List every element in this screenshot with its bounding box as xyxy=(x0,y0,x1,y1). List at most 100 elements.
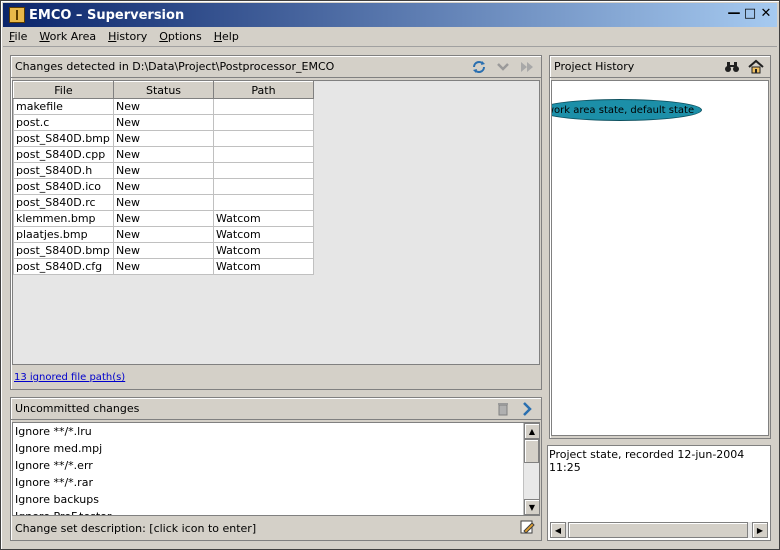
history-node-label: work area state, default state xyxy=(551,104,695,116)
title-bar[interactable]: EMCO – Superversion — □ ✕ xyxy=(3,3,777,27)
cell-path: Watcom xyxy=(213,242,314,259)
cell-file: post_S840D.h xyxy=(13,162,114,179)
cell-file: klemmen.bmp xyxy=(13,210,114,227)
scroll-thumb[interactable] xyxy=(524,439,539,463)
uncommitted-title: Uncommitted changes xyxy=(15,402,140,415)
cell-status: New xyxy=(113,98,214,115)
refresh-icon[interactable] xyxy=(471,59,487,75)
cell-status: New xyxy=(113,178,214,195)
cell-status: New xyxy=(113,130,214,147)
table-row[interactable]: post_S840D.rc New xyxy=(13,194,314,211)
vertical-scrollbar[interactable]: ▲ ▼ xyxy=(523,423,539,515)
ignored-paths-link[interactable]: 13 ignored file path(s) xyxy=(14,372,125,383)
state-info-box: Project state, recorded 12-jun-2004 11:2… xyxy=(547,445,771,541)
history-title: Project History xyxy=(554,60,635,73)
cell-path xyxy=(213,178,314,195)
column-header-file[interactable]: File xyxy=(13,81,114,99)
history-panel: Project History work area state, default… xyxy=(549,55,771,439)
history-header: Project History xyxy=(550,56,770,78)
list-item[interactable]: Ignore med.mpj xyxy=(13,440,539,457)
uncommitted-list: Ignore **/*.lru Ignore med.mpj Ignore **… xyxy=(12,422,540,516)
scroll-left-button[interactable]: ◀ xyxy=(550,522,566,538)
change-set-description: Change set description: [click icon to e… xyxy=(15,522,257,535)
menu-bar: File Work Area History Options Help xyxy=(3,27,777,47)
list-item[interactable]: Ignore **/*.rar xyxy=(13,474,539,491)
cell-path: Watcom xyxy=(213,210,314,227)
scroll-right-button[interactable]: ▶ xyxy=(752,522,768,538)
table-row[interactable]: post_S840D.cpp New xyxy=(13,146,314,163)
scroll-down-button[interactable]: ▼ xyxy=(524,499,539,515)
cell-path xyxy=(213,114,314,131)
uncommitted-panel: Uncommitted changes Ignore **/*.lru Igno… xyxy=(10,397,542,541)
cell-path xyxy=(213,98,314,115)
scroll-thumb[interactable] xyxy=(568,522,748,538)
table-row[interactable]: post_S840D.bmp New Watcom xyxy=(13,242,314,259)
cell-status: New xyxy=(113,226,214,243)
window-title: EMCO – Superversion xyxy=(29,7,185,23)
changes-table: File Status Path makefile New post.c New p… xyxy=(13,81,314,275)
scroll-up-button[interactable]: ▲ xyxy=(524,423,539,439)
cell-file: post_S840D.cpp xyxy=(13,146,114,163)
cell-file: makefile xyxy=(13,98,114,115)
cell-path xyxy=(213,194,314,211)
cell-status: New xyxy=(113,146,214,163)
table-row[interactable]: makefile New xyxy=(13,98,314,115)
column-header-status[interactable]: Status xyxy=(113,81,214,99)
cell-status: New xyxy=(113,162,214,179)
list-item[interactable]: Ignore backups xyxy=(13,491,539,508)
menu-history[interactable]: History xyxy=(102,30,153,43)
binoculars-icon[interactable] xyxy=(724,59,740,75)
app-icon xyxy=(9,7,25,23)
cell-status: New xyxy=(113,258,214,275)
menu-work-area[interactable]: Work Area xyxy=(33,30,102,43)
home-icon[interactable] xyxy=(748,59,764,75)
history-node[interactable]: work area state, default state xyxy=(551,99,702,121)
trash-icon[interactable] xyxy=(495,401,511,417)
table-row[interactable]: post.c New xyxy=(13,114,314,131)
cell-path xyxy=(213,130,314,147)
table-row[interactable]: klemmen.bmp New Watcom xyxy=(13,210,314,227)
edit-icon[interactable] xyxy=(519,519,535,535)
changes-title: Changes detected in D:\Data\Project\Post… xyxy=(15,60,335,73)
cell-file: post_S840D.rc xyxy=(13,194,114,211)
list-item[interactable]: Ignore PreF.testor xyxy=(13,508,539,515)
cell-file: plaatjes.bmp xyxy=(13,226,114,243)
changes-header: Changes detected in D:\Data\Project\Post… xyxy=(11,56,541,78)
cell-status: New xyxy=(113,194,214,211)
horizontal-scrollbar[interactable]: ◀ ▶ xyxy=(550,522,768,538)
cell-path: Watcom xyxy=(213,258,314,275)
menu-file[interactable]: File xyxy=(3,30,33,43)
cell-file: post_S840D.ico xyxy=(13,178,114,195)
changes-table-area: File Status Path makefile New post.c New p… xyxy=(12,80,540,365)
maximize-button[interactable]: □ xyxy=(743,6,757,21)
uncommitted-header: Uncommitted changes xyxy=(11,398,541,420)
menu-options[interactable]: Options xyxy=(153,30,207,43)
table-row[interactable]: post_S840D.bmp New xyxy=(13,130,314,147)
cell-status: New xyxy=(113,210,214,227)
list-item[interactable]: Ignore **/*.lru xyxy=(13,423,539,440)
close-button[interactable]: ✕ xyxy=(759,6,773,21)
menu-help[interactable]: Help xyxy=(208,30,245,43)
chevron-down-icon[interactable] xyxy=(495,59,511,75)
app-window: EMCO – Superversion — □ ✕ File Work Area… xyxy=(0,0,780,550)
fast-forward-icon[interactable] xyxy=(519,59,535,75)
chevron-right-icon[interactable] xyxy=(519,401,535,417)
cell-status: New xyxy=(113,242,214,259)
cell-file: post.c xyxy=(13,114,114,131)
cell-file: post_S840D.cfg xyxy=(13,258,114,275)
table-row[interactable]: post_S840D.h New xyxy=(13,162,314,179)
list-item[interactable]: Ignore **/*.err xyxy=(13,457,539,474)
changes-panel: Changes detected in D:\Data\Project\Post… xyxy=(10,55,542,390)
cell-path: Watcom xyxy=(213,226,314,243)
cell-status: New xyxy=(113,114,214,131)
cell-file: post_S840D.bmp xyxy=(13,130,114,147)
cell-path xyxy=(213,146,314,163)
column-header-path[interactable]: Path xyxy=(213,81,314,99)
table-row[interactable]: post_S840D.ico New xyxy=(13,178,314,195)
history-graph: work area state, default state xyxy=(551,80,769,436)
minimize-button[interactable]: — xyxy=(727,6,741,21)
table-row[interactable]: plaatjes.bmp New Watcom xyxy=(13,226,314,243)
cell-path xyxy=(213,162,314,179)
cell-file: post_S840D.bmp xyxy=(13,242,114,259)
table-row[interactable]: post_S840D.cfg New Watcom xyxy=(13,258,314,275)
